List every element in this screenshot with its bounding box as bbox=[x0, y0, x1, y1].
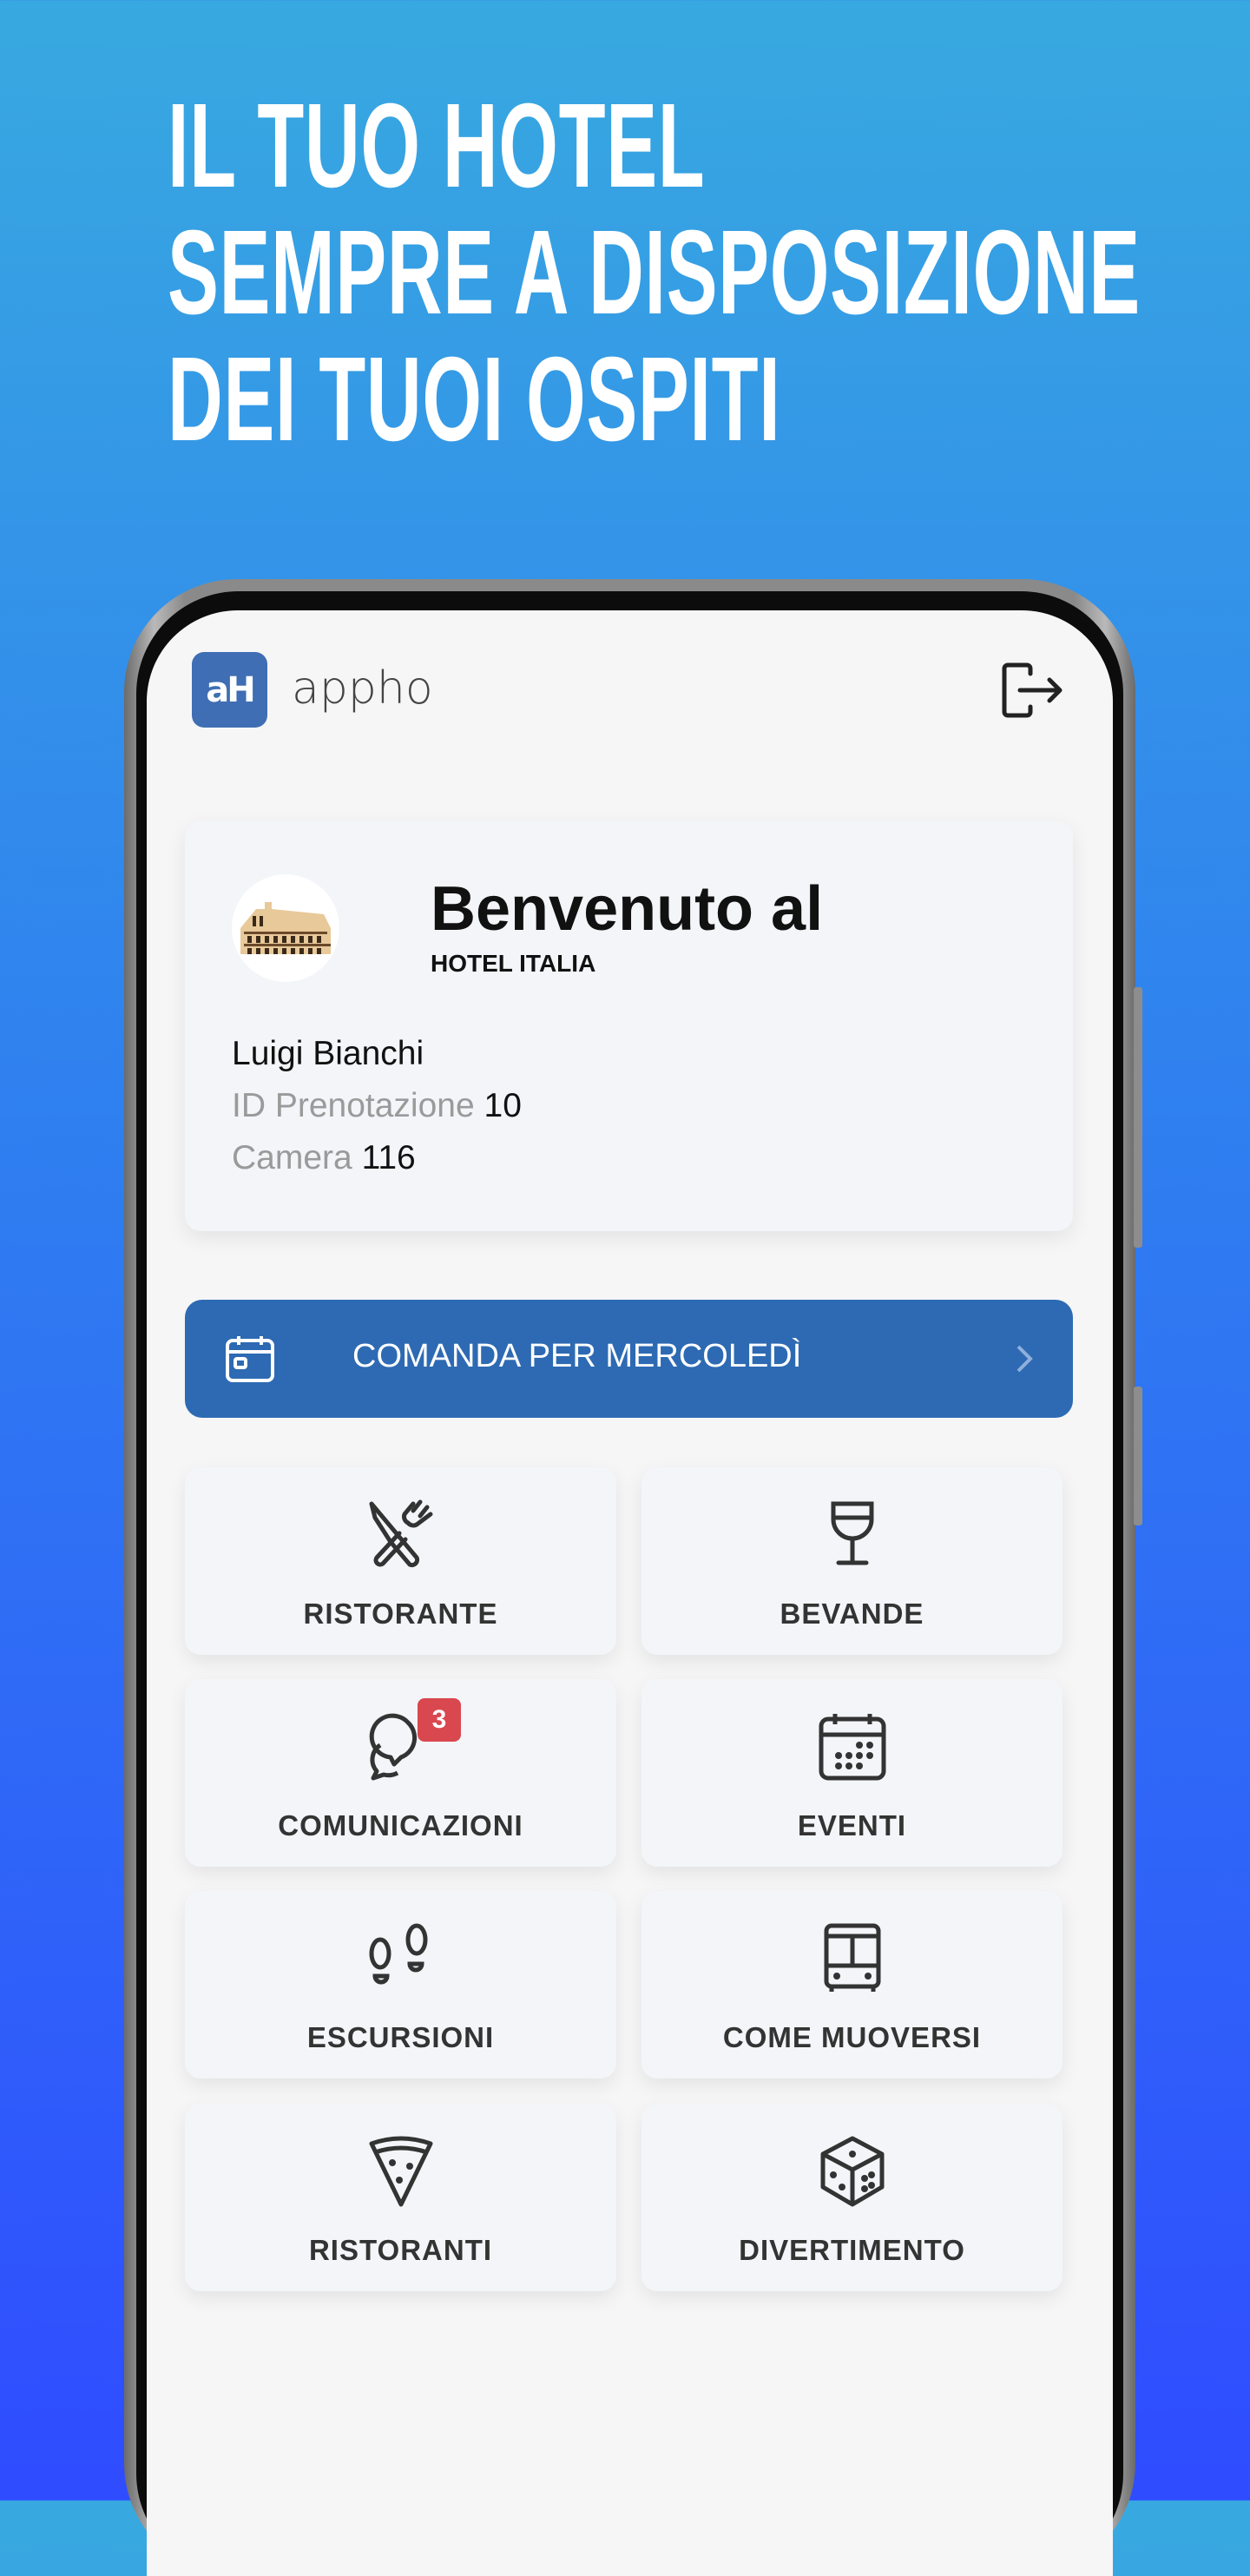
tile-ristorante[interactable]: RISTORANTE bbox=[185, 1467, 616, 1655]
welcome-title: Benvenuto al bbox=[431, 874, 824, 944]
tile-eventi[interactable]: EVENTI bbox=[641, 1679, 1062, 1867]
hotel-name: HOTEL ITALIA bbox=[431, 950, 596, 977]
dice-icon bbox=[820, 2136, 884, 2207]
tile-label: BEVANDE bbox=[780, 1598, 924, 1630]
tile-label: COME MUOVERSI bbox=[722, 2021, 982, 2053]
tile-label: RISTORANTI bbox=[308, 2234, 493, 2266]
chevron-right-icon bbox=[1016, 1345, 1033, 1373]
app-name: appho bbox=[292, 662, 433, 715]
headline-line: SEMPRE A DISPOSIZIONE bbox=[168, 206, 1141, 339]
order-banner-button[interactable]: COMANDA PER MERCOLEDÌ bbox=[185, 1300, 1073, 1418]
phone-frame: aH appho Benvenuto al HOTEL ITALIA Luigi… bbox=[124, 579, 1142, 2576]
tile-comunicazioni[interactable]: 3 COMUNICAZIONI bbox=[185, 1679, 616, 1867]
order-banner-label: COMANDA PER MERCOLEDÌ bbox=[352, 1338, 802, 1374]
booking-id-value: 10 bbox=[484, 1087, 522, 1124]
notification-badge: 3 bbox=[418, 1698, 461, 1742]
tile-label: RISTORANTE bbox=[303, 1598, 498, 1630]
footprints-icon bbox=[369, 1923, 427, 1985]
headline: IL TUO HOTEL SEMPRE A DISPOSIZIONE DEI T… bbox=[168, 82, 1141, 463]
room-label: Camera bbox=[232, 1139, 352, 1176]
guest-name: Luigi Bianchi bbox=[232, 1035, 424, 1072]
app-screen: aH appho Benvenuto al HOTEL ITALIA Luigi… bbox=[147, 610, 1113, 2576]
room-row: Camera 116 bbox=[232, 1139, 416, 1177]
bus-icon bbox=[824, 1923, 880, 1992]
app-logo: aH bbox=[192, 652, 267, 728]
booking-id-label: ID Prenotazione bbox=[232, 1087, 475, 1124]
cutlery-icon bbox=[369, 1499, 432, 1568]
calendar-icon bbox=[226, 1336, 274, 1382]
tile-ristoranti[interactable]: RISTORANTI bbox=[185, 2104, 616, 2291]
room-value: 116 bbox=[361, 1139, 416, 1176]
logout-icon[interactable] bbox=[1001, 662, 1063, 719]
booking-id-row: ID Prenotazione 10 bbox=[232, 1087, 522, 1125]
tile-divertimento[interactable]: DIVERTIMENTO bbox=[641, 2104, 1062, 2291]
pizza-icon bbox=[369, 2136, 432, 2207]
hotel-avatar bbox=[232, 874, 339, 982]
tile-come-muoversi[interactable]: COME MUOVERSI bbox=[641, 1891, 1062, 2079]
calendar-icon bbox=[819, 1714, 885, 1781]
tile-label: COMUNICAZIONI bbox=[278, 1809, 523, 1841]
tile-label: DIVERTIMENTO bbox=[739, 2234, 965, 2266]
tile-bevande[interactable]: BEVANDE bbox=[641, 1467, 1062, 1655]
colosseum-icon bbox=[240, 902, 331, 954]
phone-side-button bbox=[1134, 1387, 1142, 1525]
headline-line: DEI TUOI OSPITI bbox=[168, 333, 781, 466]
tile-escursioni[interactable]: ESCURSIONI bbox=[185, 1891, 616, 2079]
phone-side-button bbox=[1134, 987, 1142, 1248]
tile-label: ESCURSIONI bbox=[306, 2021, 495, 2053]
welcome-card: Benvenuto al HOTEL ITALIA Luigi Bianchi … bbox=[185, 821, 1073, 1231]
headline-line: IL TUO HOTEL bbox=[168, 79, 706, 213]
tile-label: EVENTI bbox=[797, 1809, 907, 1841]
wine-glass-icon bbox=[831, 1501, 873, 1565]
